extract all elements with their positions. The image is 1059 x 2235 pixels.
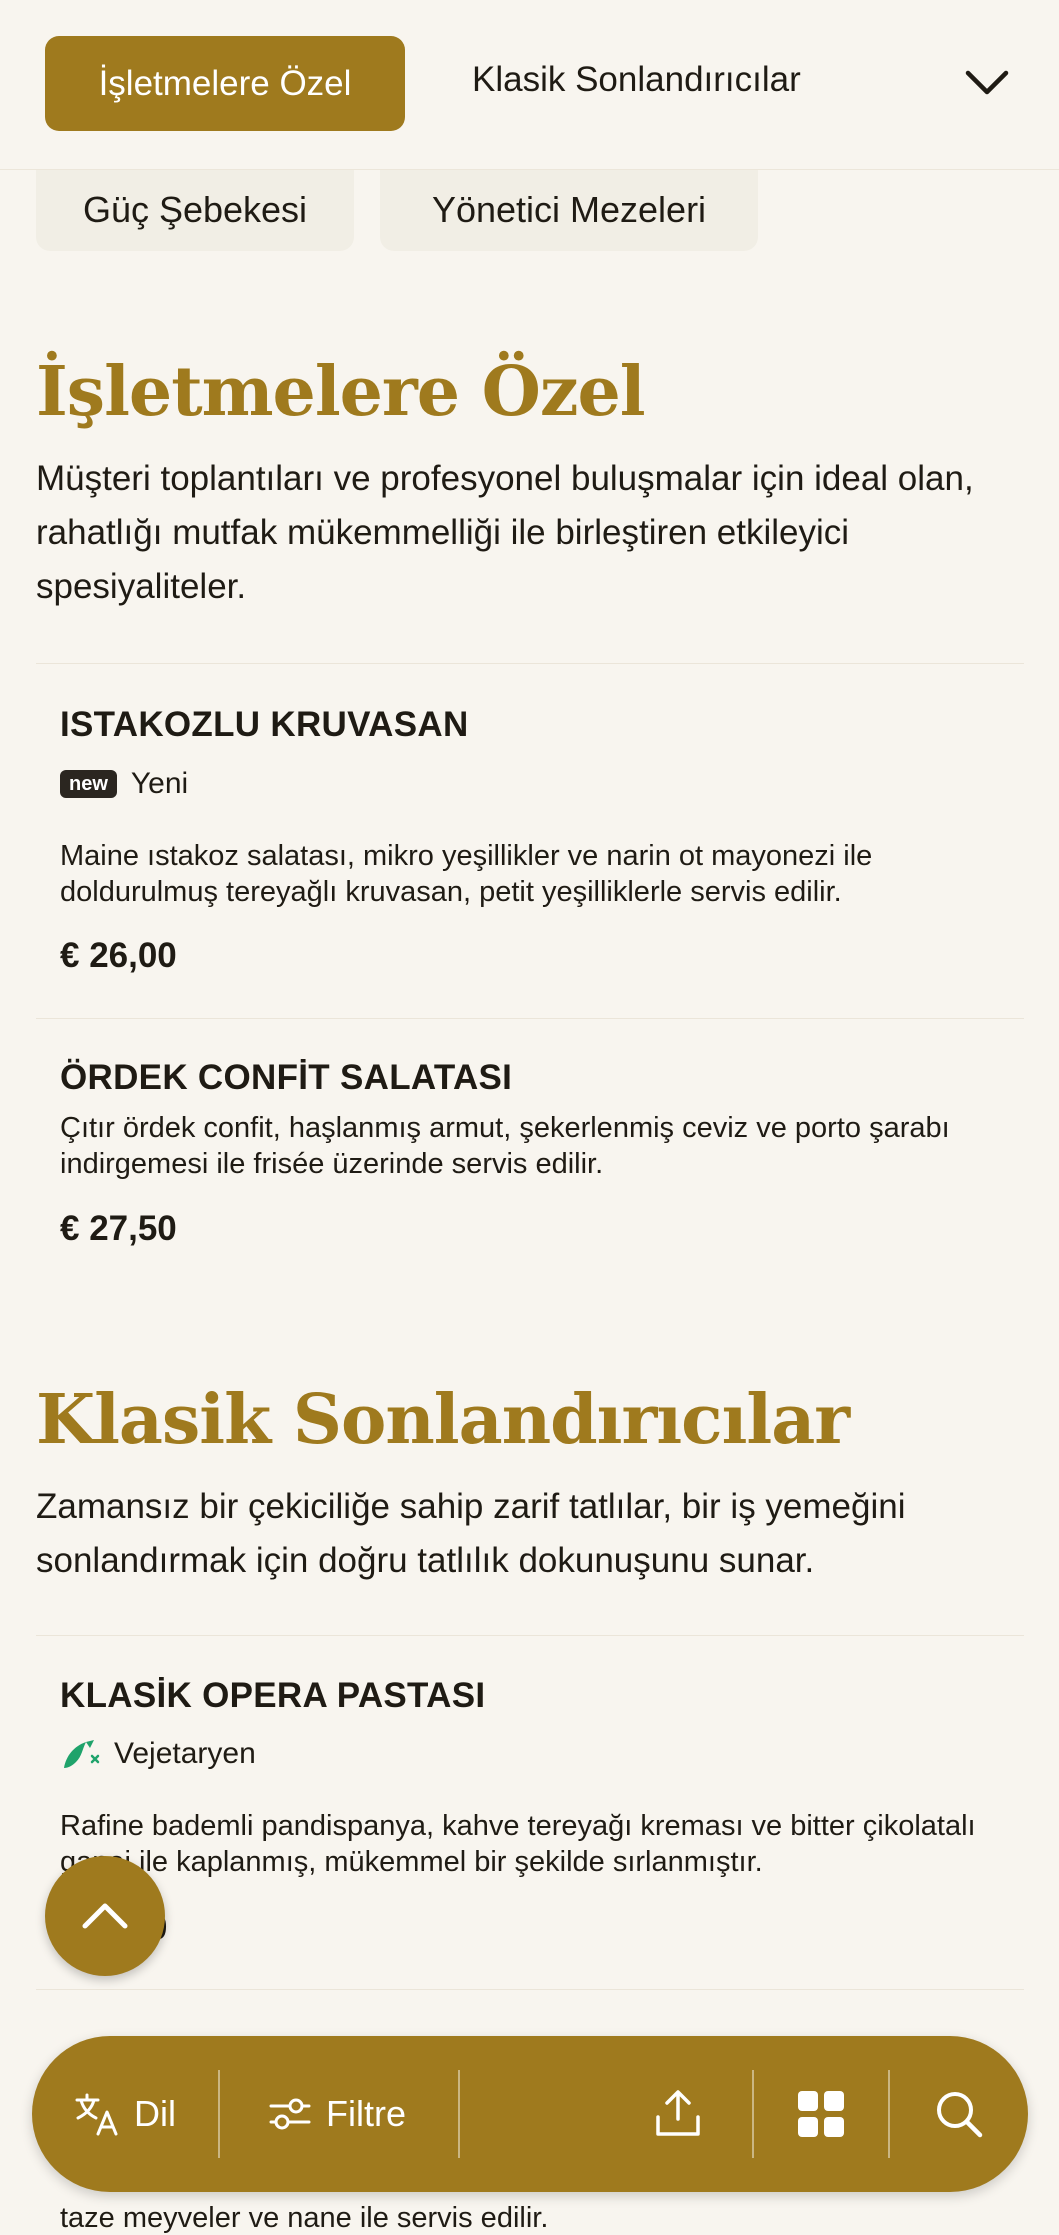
menu-item-description: Maine ıstakoz salatası, mikro yeşillikle… (60, 840, 873, 908)
category-chips: Güç Şebekesi Yönetici Mezeleri (0, 168, 1059, 253)
chevron-down-icon[interactable] (960, 56, 1014, 110)
menu-item-name[interactable]: ISTAKOZLU KRUVASAN (60, 705, 469, 745)
scroll-to-top-button[interactable] (45, 1856, 165, 1976)
vegetarian-leaf-icon (60, 1736, 100, 1772)
category-chip-yonetici-mezeleri[interactable]: Yönetici Mezeleri (380, 168, 758, 251)
grid-icon (796, 2089, 846, 2139)
menu-item-price: € 26,00 (60, 936, 177, 975)
section-title: Klasik Sonlandırıcılar (36, 1380, 850, 1460)
section-title: İşletmelere Özel (36, 352, 646, 432)
next-category-label[interactable]: Klasik Sonlandırıcılar (472, 60, 801, 100)
divider (36, 1635, 1024, 1636)
bottom-action-bar: Dil Filtre (32, 2036, 1028, 2192)
vegetarian-tag: Vejetaryen (60, 1736, 256, 1772)
separator (458, 2070, 460, 2158)
tag-label: Vejetaryen (114, 1737, 256, 1770)
language-label: Dil (134, 2093, 176, 2134)
section-description: Zamansız bir çekiciliğe sahip zarif tatl… (36, 1487, 906, 1580)
separator (218, 2070, 220, 2158)
filter-label: Filtre (326, 2093, 406, 2134)
divider (36, 1018, 1024, 1019)
chevron-up-icon (81, 1902, 129, 1930)
grid-view-button[interactable] (796, 2036, 846, 2192)
menu-item-price: € 27,50 (60, 1209, 177, 1248)
menu-item-description: taze meyveler ve nane ile servis edilir. (60, 2202, 549, 2234)
separator (888, 2070, 890, 2158)
menu-item-description: Rafine bademli pandispanya, kahve tereya… (60, 1810, 976, 1878)
search-button[interactable] (934, 2036, 984, 2192)
search-icon (934, 2089, 984, 2139)
share-button[interactable] (654, 2036, 702, 2192)
section-description: Müşteri toplantıları ve profesyonel bulu… (36, 459, 974, 606)
new-badge-icon: new (60, 770, 117, 798)
category-header: İşletmelere Özel Klasik Sonlandırıcılar (0, 0, 1059, 170)
menu-item-description: Çıtır ördek confit, haşlanmış armut, şek… (60, 1112, 950, 1180)
separator (752, 2070, 754, 2158)
filter-sliders-icon (268, 2095, 312, 2133)
new-tag: new Yeni (60, 767, 188, 801)
translate-icon (74, 2092, 120, 2136)
category-chip-guc-sebekesi[interactable]: Güç Şebekesi (36, 168, 354, 251)
divider (36, 663, 1024, 664)
menu-item-name[interactable]: KLASİK OPERA PASTASI (60, 1676, 485, 1716)
tag-label: Yeni (130, 767, 189, 800)
divider (36, 1989, 1024, 1990)
share-upload-icon (654, 2089, 702, 2139)
filter-button[interactable]: Filtre (268, 2036, 406, 2192)
menu-item-name[interactable]: ÖRDEK CONFİT SALATASI (60, 1058, 512, 1098)
active-category-chip[interactable]: İşletmelere Özel (45, 36, 405, 131)
language-button[interactable]: Dil (74, 2036, 176, 2192)
